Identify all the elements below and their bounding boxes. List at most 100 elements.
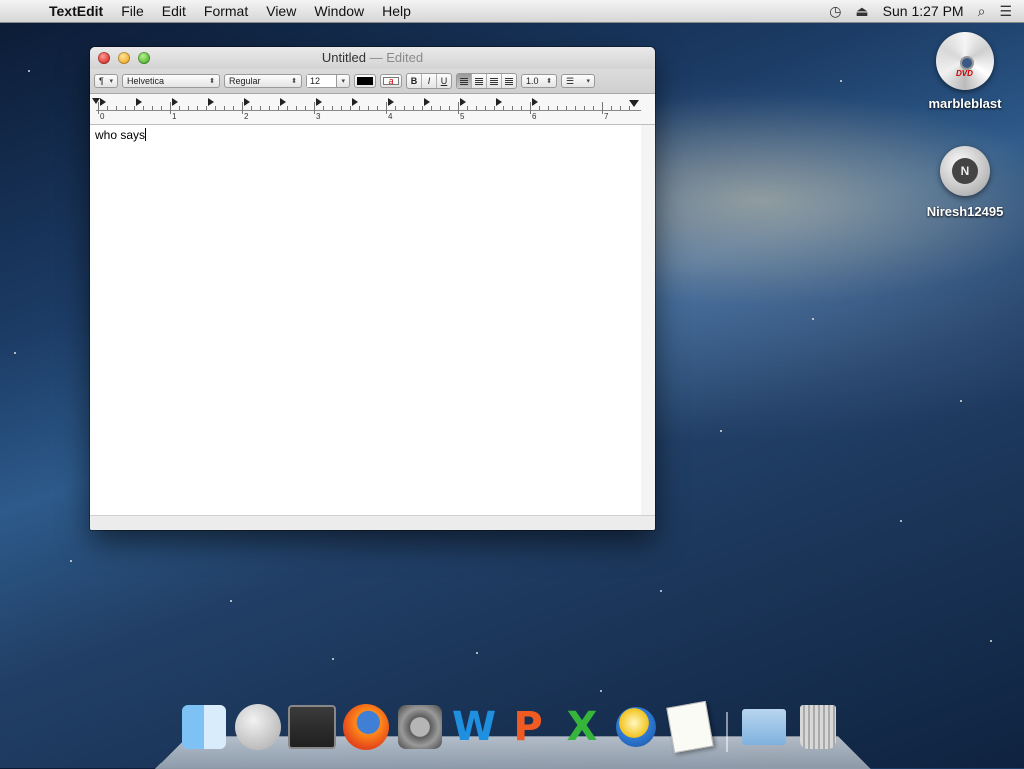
align-justify-button[interactable] [502, 74, 516, 88]
tab-stop-marker[interactable] [100, 98, 106, 106]
ruler-minor-tick [629, 106, 630, 110]
ruler-minor-tick [134, 106, 135, 110]
dock-system-preferences[interactable] [396, 702, 444, 752]
menu-file[interactable]: File [112, 3, 153, 19]
menu-window[interactable]: Window [305, 3, 373, 19]
vertical-scrollbar[interactable] [641, 125, 655, 515]
dock-launchpad[interactable] [234, 702, 282, 752]
font-style-value: Regular [229, 76, 261, 86]
ruler-minor-tick [377, 106, 378, 110]
tab-stop-marker[interactable] [460, 98, 466, 106]
ruler[interactable]: 0 1 2 3 4 5 6 7 [90, 94, 655, 125]
dock-network-utility[interactable] [612, 702, 660, 752]
ruler-minor-tick [341, 106, 342, 110]
ruler-minor-tick [575, 106, 576, 110]
align-left-button[interactable] [457, 74, 472, 88]
ruler-minor-tick [278, 106, 279, 110]
menu-help[interactable]: Help [373, 3, 420, 19]
window-titlebar[interactable]: Untitled — Edited [90, 47, 655, 69]
tab-stop-marker[interactable] [208, 98, 214, 106]
ruler-number: 5 [460, 112, 465, 121]
spotlight-search-icon[interactable]: ⌕ [978, 3, 986, 20]
tab-stop-marker[interactable] [532, 98, 538, 106]
desktop-icon-drive[interactable]: N Niresh12495 [920, 146, 1010, 219]
ruler-minor-tick [494, 106, 495, 110]
tab-stop-marker[interactable] [172, 98, 178, 106]
ruler-minor-tick [197, 106, 198, 110]
alignment-group [456, 73, 517, 89]
dock-documents-folder[interactable] [740, 702, 788, 752]
powerpoint-icon: P [513, 704, 543, 750]
dock-firefox[interactable] [342, 702, 390, 752]
desktop-icon-label: Niresh12495 [926, 204, 1004, 219]
ruler-major-tick [314, 102, 315, 114]
dock-excel[interactable]: X [558, 702, 606, 752]
close-button[interactable] [98, 52, 110, 64]
ruler-minor-tick [224, 106, 225, 110]
tab-stop-marker[interactable] [136, 98, 142, 106]
launchpad-rocket-icon [235, 704, 281, 750]
menu-bar: TextEdit File Edit Format View Window He… [0, 0, 1024, 23]
tab-stop-marker[interactable] [316, 98, 322, 106]
text-caret [145, 128, 147, 141]
ruler-minor-tick [323, 106, 324, 110]
window-bottom-bar [90, 515, 655, 530]
ruler-minor-tick [620, 106, 621, 110]
italic-button[interactable]: I [422, 74, 437, 88]
ruler-minor-tick [557, 106, 558, 110]
dock-mission-control[interactable] [288, 702, 336, 752]
align-center-icon [475, 77, 483, 85]
tab-stop-marker[interactable] [352, 98, 358, 106]
text-color-well[interactable] [354, 74, 376, 88]
ruler-minor-tick [260, 106, 261, 110]
eject-icon[interactable]: ⏏ [855, 3, 868, 20]
document-text[interactable]: who says [95, 128, 145, 142]
menu-edit[interactable]: Edit [153, 3, 195, 19]
ruler-major-tick [530, 102, 531, 114]
font-size-combo[interactable]: 12 ▾ [306, 74, 350, 88]
ruler-minor-tick [125, 106, 126, 110]
tab-stop-marker[interactable] [388, 98, 394, 106]
ruler-minor-tick [395, 106, 396, 110]
align-justify-icon [505, 77, 513, 85]
ruler-minor-tick [548, 106, 549, 110]
align-center-button[interactable] [472, 74, 487, 88]
font-style-select[interactable]: Regular ⬍ [224, 74, 302, 88]
line-spacing-select[interactable]: 1.0 ⬍ [521, 74, 557, 88]
hard-drive-icon: N [940, 146, 990, 196]
dock-trash[interactable] [794, 702, 842, 752]
tab-stop-marker[interactable] [244, 98, 250, 106]
textedit-window: Untitled — Edited ¶ ▾ Helvetica ⬍ Regular ⬍… [90, 47, 655, 530]
desktop-icon-dvd[interactable]: DVD marbleblast [920, 32, 1010, 111]
minimize-button[interactable] [118, 52, 130, 64]
dock-textedit[interactable] [666, 700, 714, 754]
highlight-color-well[interactable]: a [380, 74, 402, 88]
tab-stop-marker[interactable] [424, 98, 430, 106]
tab-stop-marker[interactable] [496, 98, 502, 106]
notification-center-icon[interactable]: ☰ [999, 3, 1012, 20]
dock-word[interactable]: W [450, 702, 498, 752]
menu-format[interactable]: Format [195, 3, 257, 19]
menu-app-name[interactable]: TextEdit [40, 3, 112, 19]
dock-finder[interactable] [180, 702, 228, 752]
underline-button[interactable]: U [437, 74, 451, 88]
ruler-major-tick [170, 102, 171, 114]
tab-stop-marker[interactable] [280, 98, 286, 106]
time-machine-icon[interactable]: ◷ [829, 3, 841, 20]
menu-view[interactable]: View [257, 3, 305, 19]
document-text-area[interactable]: who says [90, 125, 642, 515]
list-bullets-select[interactable]: ☰ ▾ [561, 74, 595, 88]
right-margin-marker[interactable] [629, 100, 639, 107]
dock-powerpoint[interactable]: P [504, 702, 552, 752]
ruler-minor-tick [206, 106, 207, 110]
ruler-minor-tick [503, 106, 504, 110]
text-style-group: B I U [406, 73, 452, 89]
zoom-button[interactable] [138, 52, 150, 64]
font-size-value[interactable]: 12 [307, 75, 338, 87]
ruler-minor-tick [368, 106, 369, 110]
menubar-clock[interactable]: Sun 1:27 PM [883, 3, 964, 19]
paragraph-styles-button[interactable]: ¶ ▾ [94, 74, 118, 88]
font-family-select[interactable]: Helvetica ⬍ [122, 74, 220, 88]
bold-button[interactable]: B [407, 74, 422, 88]
align-right-button[interactable] [487, 74, 502, 88]
